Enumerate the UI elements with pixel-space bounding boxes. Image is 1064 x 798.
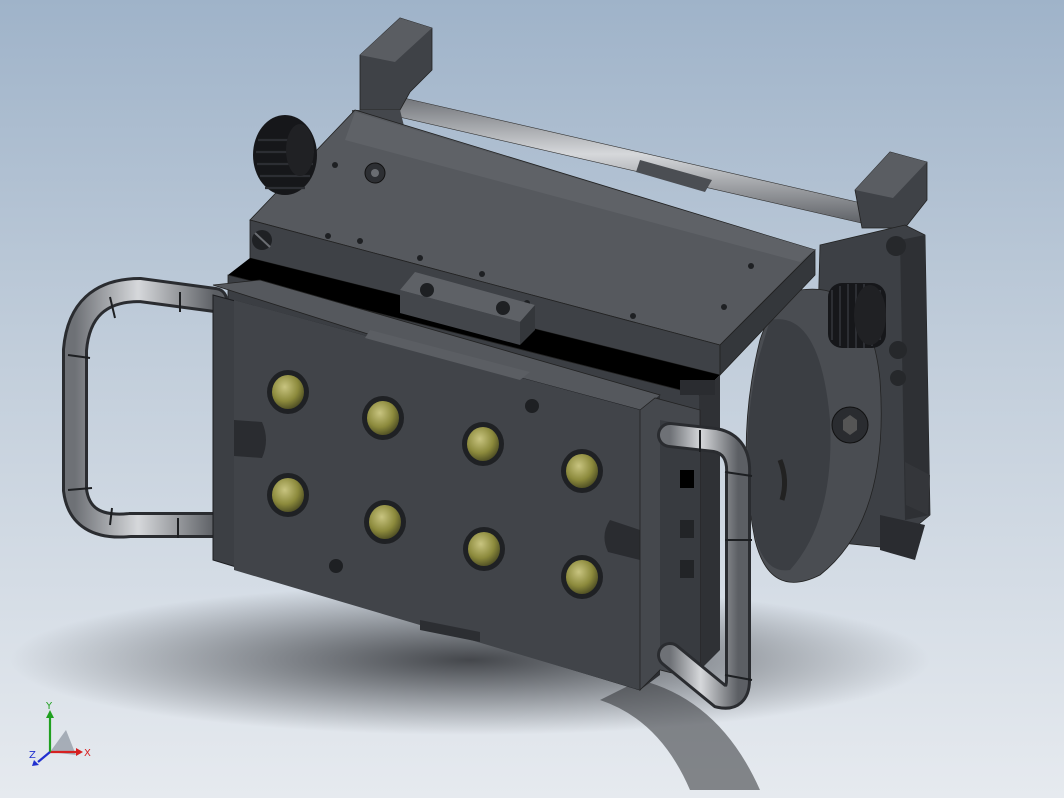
lens-5 [267,473,309,517]
dowel-pin-icon [329,559,343,573]
rear-right-bracket [854,151,928,229]
graphics-viewport[interactable]: X Y Z [0,0,1064,798]
left-handle[interactable] [62,276,228,539]
3d-model-view[interactable] [0,0,1064,798]
triad-z-axis [37,751,51,763]
left-knob[interactable] [253,115,317,195]
lens-4 [561,449,603,493]
lens-2 [362,396,404,440]
dowel-pin-icon [525,399,539,413]
view-orientation-triad[interactable]: X Y Z [26,700,96,770]
lens-7 [463,527,505,571]
lens-3 [462,422,504,466]
lens-1 [267,370,309,414]
right-knob[interactable] [828,283,886,348]
triad-y-label: Y [45,701,53,712]
lens-6 [364,500,406,544]
triad-x-label: X [84,748,91,759]
triad-z-label: Z [29,750,36,761]
lens-8 [561,555,603,599]
